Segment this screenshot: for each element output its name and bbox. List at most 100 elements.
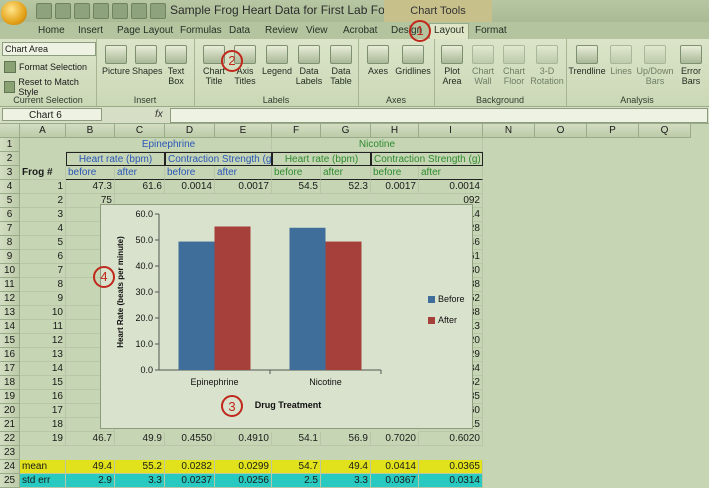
cell[interactable]: 0.6020: [419, 432, 483, 446]
row-header-14[interactable]: 14: [0, 320, 20, 334]
cell[interactable]: 0.0282: [165, 460, 215, 474]
cell[interactable]: 2: [20, 194, 66, 208]
select-all-corner[interactable]: [0, 124, 20, 138]
column-header-d[interactable]: D: [165, 124, 215, 138]
cell[interactable]: 12: [20, 334, 66, 348]
office-button[interactable]: [1, 1, 27, 25]
cell[interactable]: Frog #: [20, 166, 66, 180]
cell[interactable]: 49.4: [321, 460, 371, 474]
cell[interactable]: after: [419, 166, 483, 180]
cell[interactable]: 17: [20, 404, 66, 418]
cell[interactable]: 49.4: [66, 460, 115, 474]
row-header-17[interactable]: 17: [0, 362, 20, 376]
cell[interactable]: 0.0014: [165, 180, 215, 194]
row-header-21[interactable]: 21: [0, 418, 20, 432]
cell[interactable]: Heart rate (bpm): [272, 152, 371, 166]
column-header-f[interactable]: F: [272, 124, 321, 138]
row-header-8[interactable]: 8: [0, 236, 20, 250]
shapes-button[interactable]: Shapes: [132, 45, 163, 76]
cell[interactable]: before: [66, 166, 115, 180]
cell[interactable]: 52.3: [321, 180, 371, 194]
cell[interactable]: 10: [20, 306, 66, 320]
column-header-c[interactable]: C: [115, 124, 165, 138]
function-icon[interactable]: fx: [155, 109, 163, 120]
cell[interactable]: after: [321, 166, 371, 180]
cell[interactable]: 19: [20, 432, 66, 446]
cell[interactable]: Epinephrine: [66, 138, 272, 152]
cell[interactable]: 46.7: [66, 432, 115, 446]
cell[interactable]: 0.7020: [371, 432, 419, 446]
legend-button[interactable]: Legend: [262, 45, 292, 76]
picture-button[interactable]: Picture: [102, 45, 130, 76]
row-header-2[interactable]: 2: [0, 152, 20, 166]
cell[interactable]: 54.5: [272, 180, 321, 194]
undo-icon[interactable]: [55, 3, 71, 19]
name-box[interactable]: Chart 6: [2, 108, 102, 121]
cell[interactable]: 1: [20, 180, 66, 194]
tab-review[interactable]: Review: [265, 25, 298, 36]
3d-rotation-button[interactable]: 3-D Rotation: [530, 45, 564, 86]
cell[interactable]: mean: [20, 460, 66, 474]
cell[interactable]: 0.4910: [215, 432, 272, 446]
row-header-19[interactable]: 19: [0, 390, 20, 404]
format-selection-button[interactable]: Format Selection: [4, 61, 87, 73]
cell[interactable]: 11: [20, 320, 66, 334]
row-header-16[interactable]: 16: [0, 348, 20, 362]
redo-icon[interactable]: [74, 3, 90, 19]
open-icon[interactable]: [93, 3, 109, 19]
cell[interactable]: 18: [20, 418, 66, 432]
embedded-chart[interactable]: 0.0 10.0 20.0 30.0 40.0 50.0 60.0 Epinephrine Ni…: [100, 204, 473, 429]
up-down-bars-button[interactable]: Up/Down Bars: [636, 45, 674, 86]
save-icon[interactable]: [36, 3, 52, 19]
plot-area-button[interactable]: Plot Area: [437, 45, 467, 86]
row-header-15[interactable]: 15: [0, 334, 20, 348]
cell[interactable]: Contraction Strength (g): [165, 152, 272, 166]
cell[interactable]: Heart rate (bpm): [66, 152, 165, 166]
row-header-4[interactable]: 4: [0, 180, 20, 194]
cell[interactable]: 56.9: [321, 432, 371, 446]
cell[interactable]: 54.1: [272, 432, 321, 446]
print-icon[interactable]: [112, 3, 128, 19]
reset-to-match-style-button[interactable]: Reset to Match Style: [4, 77, 96, 97]
column-header-n[interactable]: N: [483, 124, 535, 138]
column-header-h[interactable]: H: [371, 124, 419, 138]
lines-button[interactable]: Lines: [608, 45, 634, 76]
row-header-18[interactable]: 18: [0, 376, 20, 390]
row-header-1[interactable]: 1: [0, 138, 20, 152]
column-header-g[interactable]: G: [321, 124, 371, 138]
column-header-q[interactable]: Q: [639, 124, 691, 138]
row-header-6[interactable]: 6: [0, 208, 20, 222]
cell[interactable]: 15: [20, 376, 66, 390]
preview-icon[interactable]: [131, 3, 147, 19]
text-box-button[interactable]: Text Box: [164, 45, 188, 86]
chart-element-dropdown[interactable]: Chart Area: [2, 42, 96, 56]
row-header-20[interactable]: 20: [0, 404, 20, 418]
tab-layout[interactable]: Layout: [429, 23, 470, 40]
cell[interactable]: 7: [20, 264, 66, 278]
cell[interactable]: before: [165, 166, 215, 180]
cell[interactable]: 61.6: [115, 180, 165, 194]
cell[interactable]: 0.0414: [371, 460, 419, 474]
cell[interactable]: 13: [20, 348, 66, 362]
cell[interactable]: Contraction Strength (g): [371, 152, 483, 166]
formula-input[interactable]: [170, 108, 708, 123]
cell[interactable]: 55.2: [115, 460, 165, 474]
axes-button[interactable]: Axes: [364, 45, 392, 76]
gridlines-button[interactable]: Gridlines: [394, 45, 432, 76]
cell[interactable]: 9: [20, 292, 66, 306]
row-header-11[interactable]: 11: [0, 278, 20, 292]
tab-page-layout[interactable]: Page Layout: [117, 25, 173, 36]
column-header-b[interactable]: B: [66, 124, 115, 138]
data-labels-button[interactable]: Data Labels: [294, 45, 324, 86]
data-table-button[interactable]: Data Table: [326, 45, 356, 86]
cell[interactable]: 14: [20, 362, 66, 376]
cell[interactable]: Nicotine: [272, 138, 483, 152]
cell[interactable]: 0.4550: [165, 432, 215, 446]
row-header-9[interactable]: 9: [0, 250, 20, 264]
tab-format[interactable]: Format: [475, 25, 507, 36]
tab-home[interactable]: Home: [38, 25, 65, 36]
row-header-5[interactable]: 5: [0, 194, 20, 208]
tab-view[interactable]: View: [306, 25, 328, 36]
cell[interactable]: 4: [20, 222, 66, 236]
chart-floor-button[interactable]: Chart Floor: [499, 45, 529, 86]
